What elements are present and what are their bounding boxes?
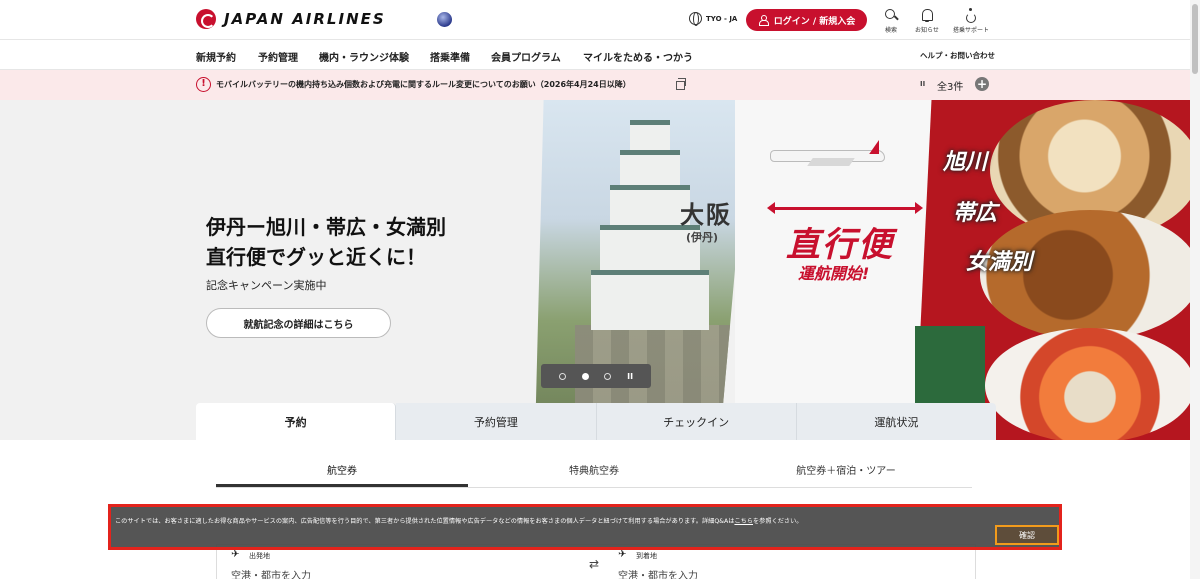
nav-item-new-booking[interactable]: 新規予約 (196, 49, 236, 64)
service-start-label: 運航開始! (798, 264, 870, 283)
tab-reservation[interactable]: 予約 (196, 403, 397, 440)
hero-subtitle: 記念キャンペーン実施中 (206, 279, 327, 292)
external-window-icon (676, 78, 686, 90)
carousel-dot-3[interactable] (604, 372, 612, 380)
carousel-dot-2[interactable] (581, 372, 589, 380)
nav-item-boarding-prep[interactable]: 搭乗準備 (430, 49, 470, 64)
tab-flight-status[interactable]: 運航状況 (796, 403, 996, 440)
notice-bar: ! モバイルバッテリーの機内持ち込み個数および充電に関するルール変更についてのお… (0, 70, 1190, 100)
cookie-message: このサイトでは、お客さまに適したお得な商品やサービスの案内、広告配信等を行う目的… (115, 518, 735, 525)
city-memanbetsu: 女満別 (966, 250, 1033, 275)
carousel-dot-1[interactable] (558, 372, 566, 380)
main-nav: 新規予約 予約管理 機内・ラウンジ体験 搭乗準備 会員プログラム マイルをためる… (0, 40, 1190, 70)
itami-label: (伊丹) (686, 231, 719, 244)
search-button[interactable]: 検索 (884, 8, 898, 34)
notifications-label: お知らせ (915, 27, 939, 34)
expand-plus-icon[interactable]: + (975, 77, 989, 91)
hero-title: 伊丹ー旭川・帯広・女満別 直行便でグッと近くに！ (206, 212, 446, 272)
city-obihiro: 帯広 (953, 201, 998, 226)
login-button[interactable]: ログイン / 新規入会 (746, 9, 867, 31)
nav-item-manage-booking[interactable]: 予約管理 (258, 49, 298, 64)
nav-item-membership[interactable]: 会員プログラム (491, 49, 561, 64)
bell-icon (920, 8, 934, 22)
departure-field[interactable]: ✈ 出発地 空港・都市を入力 (217, 545, 597, 579)
pause-icon[interactable]: II (627, 372, 633, 381)
direct-flight-label: 直行便 (786, 225, 894, 265)
page-scrollbar[interactable] (1190, 0, 1200, 579)
hero-banner: 伊丹ー旭川・帯広・女満別 直行便でグッと近くに！ 記念キャンペーン実施中 就航記… (0, 100, 1190, 440)
oneworld-icon (437, 12, 452, 27)
cookie-banner: このサイトでは、お客さまに適したお得な商品やサービスの案内、広告配信等を行う目的… (108, 504, 1062, 550)
logo-text: JAPAN AIRLINES (224, 10, 386, 28)
tab-check-in[interactable]: チェックイン (596, 403, 797, 440)
cookie-qa-link[interactable]: こちら (734, 518, 753, 525)
help-link[interactable]: ヘルプ・お問い合わせ (920, 50, 995, 61)
city-asahikawa: 旭川 (943, 150, 988, 175)
boarding-support-label: 搭乗サポート (953, 27, 990, 34)
arrival-plane-icon: ✈ (618, 549, 627, 560)
language-label: TYO - JA (706, 14, 738, 23)
double-arrow-icon (767, 202, 923, 214)
notice-link[interactable]: モバイルバッテリーの機内持ち込み個数および充電に関するルール変更についてのお願い… (216, 79, 631, 90)
hero-title-line2: 直行便でグッと近くに！ (206, 245, 426, 269)
carousel-controls: II (541, 364, 651, 388)
notice-pause-button[interactable]: II (920, 80, 925, 88)
scrollbar-thumb[interactable] (1192, 4, 1198, 74)
nav-item-inflight-lounge[interactable]: 機内・ラウンジ体験 (319, 49, 409, 64)
cookie-message-end: を参照ください。 (753, 518, 803, 525)
subtab-award-flight[interactable]: 特典航空券 (468, 462, 720, 487)
search-icon (884, 8, 898, 22)
hero-title-line1: 伊丹ー旭川・帯広・女満別 (206, 215, 446, 239)
osaka-label: 大阪 (680, 201, 732, 229)
site-header: JAPAN AIRLINES TYO - JA ログイン / 新規入会 検索 お… (0, 0, 1190, 40)
boarding-support-button[interactable]: 搭乗サポート (953, 8, 989, 34)
airplane-image (770, 140, 885, 170)
departure-plane-icon: ✈ (231, 549, 240, 560)
departure-input[interactable]: 空港・都市を入力 (231, 567, 311, 579)
arrival-input[interactable]: 空港・都市を入力 (618, 567, 698, 579)
subtab-flight-hotel[interactable]: 航空券＋宿泊・ツアー (720, 462, 972, 487)
accessibility-icon (964, 8, 978, 23)
crane-logo-icon (196, 9, 216, 29)
booking-subtabs: 航空券 特典航空券 航空券＋宿泊・ツアー (216, 462, 972, 488)
login-label: ログイン / 新規入会 (773, 16, 856, 27)
globe-icon (689, 12, 702, 26)
osaka-castle-image (535, 100, 750, 440)
person-icon (758, 15, 769, 26)
booking-tabs: 予約 予約管理 チェックイン 運航状況 (196, 403, 996, 440)
notifications-button[interactable]: お知らせ (915, 8, 939, 34)
arrival-field[interactable]: ✈ 到着地 空港・都市を入力 (604, 545, 977, 579)
nav-item-miles[interactable]: マイルをためる・つかう (583, 49, 693, 64)
alert-icon: ! (196, 77, 211, 92)
cookie-text: このサイトでは、お客さまに適したお得な商品やサービスの案内、広告配信等を行う目的… (115, 516, 803, 525)
notice-count: 全3件 (937, 82, 964, 93)
tab-manage-booking[interactable]: 予約管理 (396, 403, 597, 440)
swap-icon[interactable]: ⇄ (589, 557, 599, 571)
jal-logo[interactable]: JAPAN AIRLINES (196, 9, 386, 29)
subtab-flight[interactable]: 航空券 (216, 462, 468, 487)
kaisendon-image (985, 328, 1190, 440)
departure-label: 出発地 (249, 552, 270, 560)
language-selector[interactable]: TYO - JA (689, 12, 738, 26)
search-label: 検索 (884, 27, 897, 34)
cookie-confirm-button[interactable]: 確認 (995, 525, 1059, 545)
campaign-details-button[interactable]: 就航記念の詳細はこちら (206, 308, 391, 338)
arrival-label: 到着地 (636, 552, 657, 560)
